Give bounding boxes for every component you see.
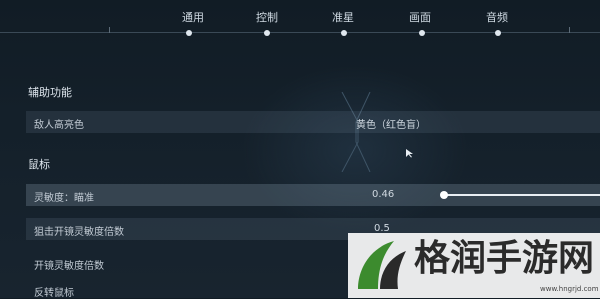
tab-general[interactable]: 通用 xyxy=(182,9,204,25)
mouse-section-title: 鼠标 xyxy=(28,158,50,171)
tab-bar-divider xyxy=(0,32,600,33)
enemy-highlight-value[interactable]: 黄色（红色盲） xyxy=(356,116,426,131)
enemy-highlight-row[interactable]: 敌人高亮色 黄色（红色盲） xyxy=(26,111,600,133)
tab-audio[interactable]: 音频 xyxy=(486,9,508,25)
watermark-logo-icon xyxy=(358,241,406,289)
sensitivity-value[interactable]: 0.46 xyxy=(372,189,394,200)
tab-video[interactable]: 画面 xyxy=(409,9,431,25)
ads-multiplier-label: 开镜灵敏度倍数 xyxy=(34,261,104,272)
mouse-cursor-icon xyxy=(406,149,413,158)
accessibility-section-title: 辅助功能 xyxy=(28,86,72,99)
tab-crosshair[interactable]: 准星 xyxy=(332,9,354,25)
sensitivity-slider-knob[interactable] xyxy=(440,191,448,199)
tab-general-indicator xyxy=(186,30,192,36)
tab-crosshair-indicator xyxy=(341,30,347,36)
watermark-url: www.hngrjd.com xyxy=(540,285,599,293)
top-tab-bar: 通用 控制 准星 画面 音频 xyxy=(0,0,600,44)
tab-controls-indicator xyxy=(264,30,270,36)
watermark-text: 格润手游网 xyxy=(414,238,595,279)
tab-audio-indicator xyxy=(495,30,501,36)
sensitivity-row[interactable]: 灵敏度：瞄准 0.46 xyxy=(26,184,600,206)
scoped-multiplier-label: 狙击开镜灵敏度倍数 xyxy=(34,227,124,238)
invert-mouse-label: 反转鼠标 xyxy=(34,288,74,299)
sensitivity-slider-track[interactable] xyxy=(442,194,600,196)
enemy-highlight-label: 敌人高亮色 xyxy=(34,120,84,131)
sensitivity-label: 灵敏度：瞄准 xyxy=(34,193,94,204)
tab-video-indicator xyxy=(419,30,425,36)
tab-controls[interactable]: 控制 xyxy=(256,9,278,25)
tab-bar-tick xyxy=(109,27,110,33)
site-watermark: 格润手游网 www.hngrjd.com xyxy=(348,233,600,298)
tab-bar-tick xyxy=(569,27,570,33)
